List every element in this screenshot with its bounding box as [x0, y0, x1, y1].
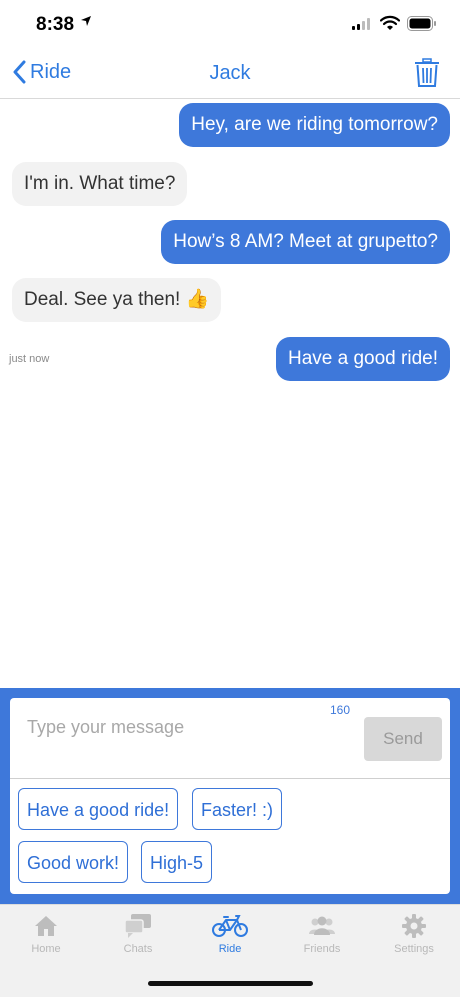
tab-settings[interactable]: Settings — [368, 913, 460, 955]
message-input[interactable]: Type your message 160 — [10, 698, 355, 776]
gear-icon — [402, 914, 426, 938]
home-indicator[interactable] — [148, 981, 313, 986]
bicycle-icon — [212, 915, 248, 937]
tab-label: Home — [31, 943, 61, 955]
tab-friends[interactable]: Friends — [276, 913, 368, 955]
message-input-placeholder: Type your message — [27, 717, 185, 737]
tab-label: Friends — [303, 943, 341, 955]
status-bar: 8:38 — [0, 0, 460, 48]
status-time: 8:38 — [36, 14, 75, 35]
tab-chats[interactable]: Chats — [92, 913, 184, 955]
navigation-bar: Ride Jack — [0, 48, 460, 99]
quick-reply-have-a-good-ride[interactable]: Have a good ride! — [18, 788, 179, 830]
chats-icon — [124, 914, 151, 938]
tab-home[interactable]: Home — [0, 913, 92, 955]
message-bubble-outgoing[interactable]: Have a good ride! — [276, 337, 450, 381]
trash-icon[interactable] — [414, 58, 440, 88]
send-button[interactable]: Send — [364, 717, 442, 761]
composer-card: Type your message 160 Send Have a good r… — [10, 698, 450, 894]
page-title: Jack — [209, 62, 251, 84]
composer-panel: Type your message 160 Send Have a good r… — [0, 688, 460, 904]
friends-icon — [309, 916, 335, 935]
message-timestamp: just now — [9, 353, 50, 365]
message-bubble-outgoing[interactable]: How’s 8 AM? Meet at grupetto? — [161, 220, 450, 264]
home-icon — [35, 916, 57, 936]
location-arrow-icon — [81, 16, 91, 26]
quick-reply-good-work[interactable]: Good work! — [18, 841, 129, 883]
message-bubble-outgoing[interactable]: Hey, are we riding tomorrow? — [179, 103, 450, 147]
divider — [10, 778, 450, 779]
battery-icon — [407, 16, 436, 31]
cellular-signal-icon — [352, 18, 370, 30]
tab-label: Chats — [123, 943, 153, 955]
message-bubble-incoming[interactable]: Deal. See ya then! 👍 — [12, 278, 222, 322]
character-counter: 160 — [330, 703, 351, 717]
tab-label: Ride — [218, 943, 242, 955]
message-bubble-incoming[interactable]: I'm in. What time? — [12, 162, 188, 206]
tab-label: Settings — [394, 943, 434, 955]
tab-ride[interactable]: Ride — [184, 913, 276, 955]
wifi-icon — [380, 15, 400, 30]
quick-reply-high-5[interactable]: High-5 — [141, 841, 213, 883]
quick-reply-faster[interactable]: Faster! :) — [192, 788, 283, 830]
